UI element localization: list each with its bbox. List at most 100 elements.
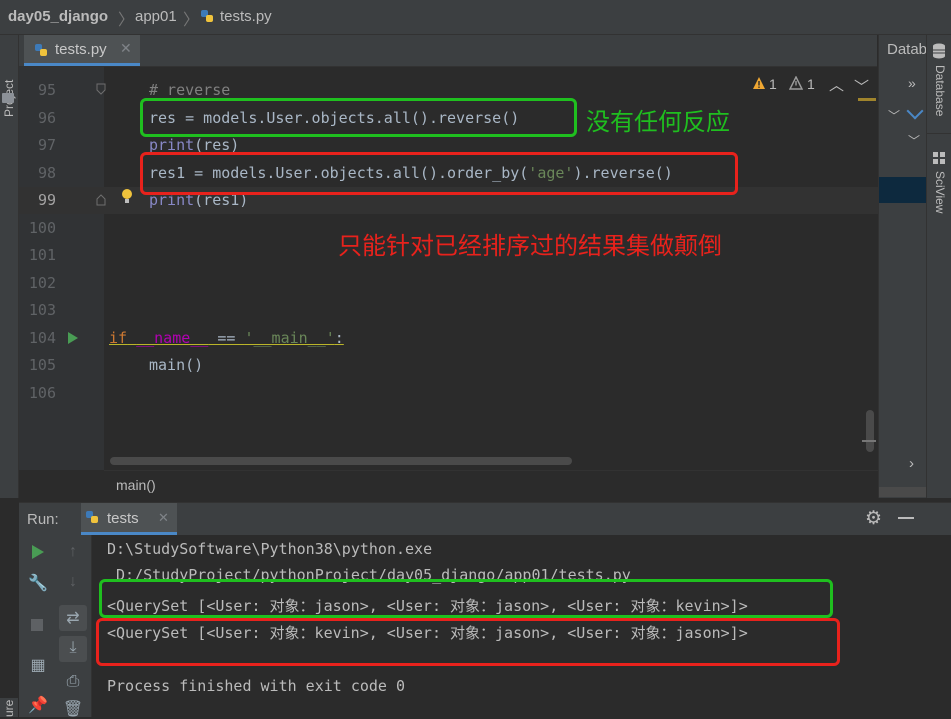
chevron-down-icon[interactable]: ﹀ xyxy=(888,107,900,124)
database-panel-title: Datab xyxy=(887,41,928,58)
dunder-name: __name__ xyxy=(136,329,209,347)
tab-label: tests.py xyxy=(55,41,107,58)
arrow-down-icon[interactable]: ﹀ xyxy=(854,76,869,97)
red-annotation-text: 只能针对已经排序过的结果集做颠倒 xyxy=(338,233,722,260)
chevron-right-icon: 〉 xyxy=(183,12,200,29)
editor-breadcrumb-bar: main() xyxy=(104,470,878,499)
horizontal-scrollbar[interactable] xyxy=(110,457,572,465)
line-number: 102 xyxy=(28,274,56,292)
red-output-highlight-box xyxy=(96,618,840,666)
folder-icon xyxy=(2,93,14,103)
divider xyxy=(927,133,951,134)
vertical-scrollbar[interactable] xyxy=(866,410,874,452)
scroll-to-end-icon: ⤓ xyxy=(69,639,77,656)
breadcrumb-project[interactable]: day05_django xyxy=(8,8,108,25)
refresh-icon[interactable] xyxy=(906,102,924,120)
trash-icon[interactable]: 🗑 xyxy=(61,699,85,719)
arrow-down-icon[interactable]: ↓ xyxy=(61,573,85,591)
close-icon[interactable]: ✕ xyxy=(158,510,169,526)
editor-gutter xyxy=(19,67,104,470)
print-icon[interactable]: ⎙ xyxy=(61,673,85,691)
code-line-95[interactable]: # reverse xyxy=(149,81,230,99)
line-number: 105 xyxy=(28,356,56,374)
run-tab-tests[interactable]: tests ✕ xyxy=(81,503,177,535)
arrow-up-icon[interactable]: ︿ xyxy=(829,74,844,95)
line-number: 97 xyxy=(37,136,56,154)
string-literal: '__main__' xyxy=(244,329,335,347)
warning-stripe-marker[interactable] xyxy=(858,98,876,101)
keyword-if: if xyxy=(109,329,128,347)
green-output-highlight-box xyxy=(99,579,833,618)
chevron-right-icon[interactable]: › xyxy=(909,455,914,472)
code-line-104[interactable]: if __name__ == '__main__': xyxy=(109,329,344,347)
run-label: Run: xyxy=(27,511,59,528)
function-breadcrumb[interactable]: main() xyxy=(116,477,156,493)
left-tool-strip: Project xyxy=(0,35,19,498)
panel-scrollbar[interactable] xyxy=(879,487,926,497)
chevron-right-icon[interactable]: » xyxy=(908,75,916,91)
python-file-icon xyxy=(200,9,214,23)
line-number: 99 xyxy=(37,191,56,209)
python-file-icon xyxy=(34,43,48,57)
weak-warning-icon xyxy=(788,75,804,90)
arrow-up-icon[interactable]: ↑ xyxy=(61,543,85,561)
soft-wrap-icon: ⇄ xyxy=(66,610,80,627)
green-highlight-box xyxy=(140,98,577,137)
line-number: 103 xyxy=(28,301,56,319)
warning-count: 1 xyxy=(769,76,777,92)
editor-tab-tests-py[interactable]: tests.py ✕ xyxy=(24,35,140,66)
line-number: 100 xyxy=(28,219,56,237)
python-file-icon xyxy=(85,510,99,524)
structure-tool-window-button[interactable]: ure xyxy=(2,700,16,717)
left-tool-strip-bottom: ure xyxy=(0,698,18,717)
run-tab-label: tests xyxy=(107,510,139,527)
code-line-105[interactable]: main() xyxy=(149,356,203,374)
run-panel-header: Run: tests ✕ ⚙ xyxy=(19,502,951,536)
stop-icon[interactable] xyxy=(31,619,43,631)
database-panel: Datab » ﹀ ﹀ › xyxy=(878,35,928,498)
green-annotation-text: 没有任何反应 xyxy=(586,109,730,136)
minimize-icon[interactable] xyxy=(898,517,914,519)
fold-icon[interactable] xyxy=(96,82,106,95)
line-number: 95 xyxy=(37,81,56,99)
lightbulb-icon[interactable] xyxy=(120,187,134,205)
comment-text: # reverse xyxy=(149,81,231,99)
scroll-to-end-button[interactable]: ⤓ xyxy=(59,636,87,662)
breadcrumb-folder[interactable]: app01 xyxy=(135,8,177,25)
sciview-tool-window-button[interactable]: SciView xyxy=(933,171,947,213)
code-text: : xyxy=(334,329,344,347)
code-text: == xyxy=(208,329,245,347)
line-number: 96 xyxy=(37,109,56,127)
line-number: 104 xyxy=(28,329,56,347)
wrench-icon[interactable]: 🔧 xyxy=(26,573,50,593)
layout-icon[interactable]: ▦ xyxy=(26,655,50,675)
editor-tab-bar xyxy=(19,35,877,67)
close-icon[interactable]: ✕ xyxy=(120,40,132,57)
right-tool-strip: Database SciView xyxy=(926,35,951,498)
breadcrumb-file[interactable]: tests.py xyxy=(220,8,272,25)
soft-wrap-button[interactable]: ⇄ xyxy=(59,605,87,631)
inspection-widget[interactable]: 1 1 ︿ ﹀ xyxy=(752,74,872,97)
weak-warning-count: 1 xyxy=(807,76,815,92)
play-icon[interactable] xyxy=(31,545,45,559)
fold-icon[interactable] xyxy=(96,193,106,206)
console-line: Process finished with exit code 0 xyxy=(107,677,406,695)
scroll-marker xyxy=(862,440,876,442)
database-tool-window-button[interactable]: Database xyxy=(933,65,947,116)
line-number: 98 xyxy=(37,164,56,182)
selected-row[interactable] xyxy=(879,177,926,203)
line-number: 106 xyxy=(28,384,56,402)
sciview-icon xyxy=(932,151,946,165)
pin-icon[interactable]: 📌 xyxy=(26,695,50,715)
console-line: D:\StudySoftware\Python38\python.exe xyxy=(107,540,433,558)
chevron-right-icon: 〉 xyxy=(118,12,135,29)
gear-icon[interactable]: ⚙ xyxy=(865,507,882,530)
warning-icon xyxy=(752,76,766,90)
red-highlight-box xyxy=(140,152,738,195)
run-toolbar: ↑ 🔧 ↓ ⇄ ⤓ ▦ ⎙ 📌 🗑 xyxy=(19,535,92,719)
navigation-bar: day05_django 〉 app01 〉 tests.py xyxy=(0,0,951,35)
line-number: 101 xyxy=(28,246,56,264)
database-icon xyxy=(932,43,946,59)
chevron-down-icon[interactable]: ﹀ xyxy=(908,132,920,149)
run-gutter-icon[interactable] xyxy=(67,331,79,345)
